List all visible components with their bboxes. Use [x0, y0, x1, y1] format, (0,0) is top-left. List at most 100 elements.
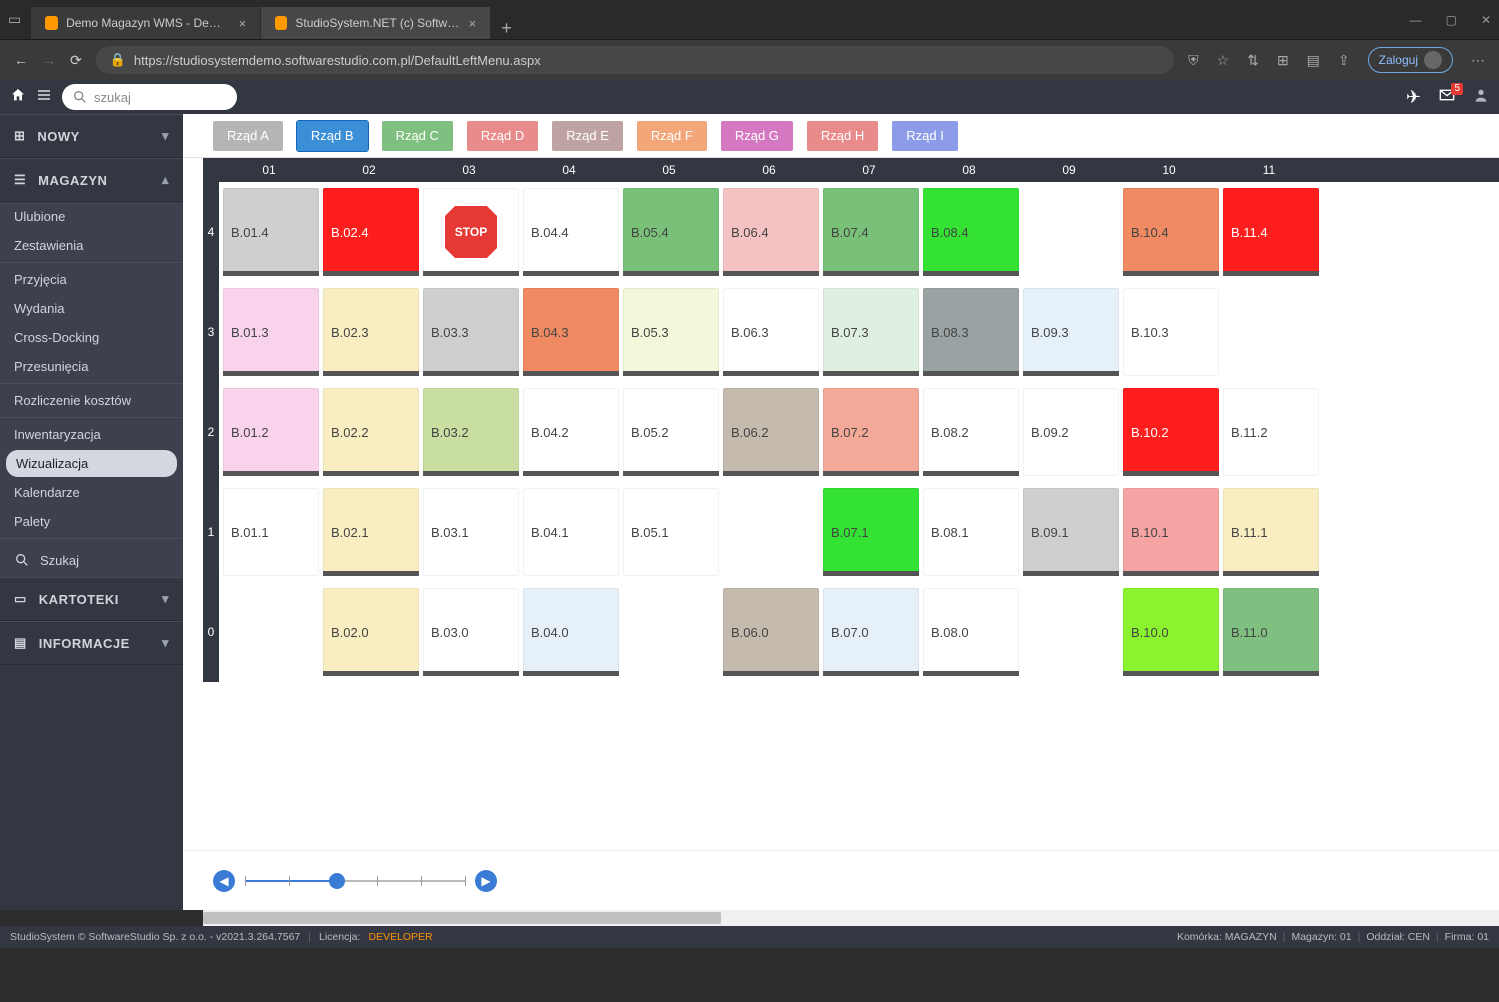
star-icon[interactable]: ☆ [1217, 52, 1230, 69]
network-icon[interactable]: ⇅ [1247, 52, 1259, 69]
sidebar-item-szukaj[interactable]: Szukaj [0, 543, 183, 577]
location-cell-B.02.0[interactable]: B.02.0 [323, 588, 419, 676]
row-tab-rząd-g[interactable]: Rząd G [721, 121, 793, 151]
location-cell-B.04.0[interactable]: B.04.0 [523, 588, 619, 676]
zoom-slider[interactable] [245, 871, 465, 891]
row-tab-rząd-h[interactable]: Rząd H [807, 121, 878, 151]
location-cell-B.02.1[interactable]: B.02.1 [323, 488, 419, 576]
location-cell-B.07.4[interactable]: B.07.4 [823, 188, 919, 276]
location-cell-B.04.1[interactable]: B.04.1 [523, 488, 619, 576]
close-window-icon[interactable]: ✕ [1481, 13, 1491, 27]
location-cell-B.07.1[interactable]: B.07.1 [823, 488, 919, 576]
location-cell-B.01.1[interactable]: B.01.1 [223, 488, 319, 576]
location-cell-B.06.4[interactable]: B.06.4 [723, 188, 819, 276]
sidebar-item-rozliczenie-kosztów[interactable]: Rozliczenie kosztów [0, 386, 183, 415]
location-cell-B.01.3[interactable]: B.01.3 [223, 288, 319, 376]
location-cell-B.09.2[interactable]: B.09.2 [1023, 388, 1119, 476]
location-cell-B.06.0[interactable]: B.06.0 [723, 588, 819, 676]
location-cell-B.10.2[interactable]: B.10.2 [1123, 388, 1219, 476]
section-kartoteki[interactable]: ▭ KARTOTEKI ▾ [0, 577, 183, 621]
row-tab-rząd-f[interactable]: Rząd F [637, 121, 707, 151]
sidebar-item-ulubione[interactable]: Ulubione [0, 202, 183, 231]
location-cell-B.10.3[interactable]: B.10.3 [1123, 288, 1219, 376]
sidebar-item-cross-docking[interactable]: Cross-Docking [0, 323, 183, 352]
location-cell-B.09.3[interactable]: B.09.3 [1023, 288, 1119, 376]
row-tab-rząd-b[interactable]: Rząd B [297, 121, 368, 151]
location-cell-B.11.2[interactable]: B.11.2 [1223, 388, 1319, 476]
sidebar-item-wizualizacja[interactable]: Wizualizacja [6, 450, 177, 477]
collections-icon[interactable]: ▤ [1307, 52, 1320, 69]
maximize-icon[interactable]: ▢ [1446, 13, 1457, 27]
location-cell-B.08.1[interactable]: B.08.1 [923, 488, 1019, 576]
horizontal-scrollbar[interactable] [203, 910, 1499, 926]
location-cell-B.05.4[interactable]: B.05.4 [623, 188, 719, 276]
location-cell-B.11.1[interactable]: B.11.1 [1223, 488, 1319, 576]
sidebar-item-wydania[interactable]: Wydania [0, 294, 183, 323]
tabs-icon[interactable]: ▭ [8, 11, 21, 28]
location-cell-B.10.1[interactable]: B.10.1 [1123, 488, 1219, 576]
share-icon[interactable]: ⇪ [1338, 52, 1350, 69]
sidebar-item-przyjęcia[interactable]: Przyjęcia [0, 265, 183, 294]
location-cell-B.05.2[interactable]: B.05.2 [623, 388, 719, 476]
location-cell-B.08.2[interactable]: B.08.2 [923, 388, 1019, 476]
scrollbar-thumb[interactable] [203, 912, 721, 924]
browser-tab-1[interactable]: StudioSystem.NET (c) SoftwareSt... × [261, 7, 491, 39]
app-search-field[interactable]: szukaj [62, 84, 237, 110]
row-tab-rząd-d[interactable]: Rząd D [467, 121, 538, 151]
location-cell-B.02.3[interactable]: B.02.3 [323, 288, 419, 376]
location-cell-B.10.0[interactable]: B.10.0 [1123, 588, 1219, 676]
location-cell-B.01.4[interactable]: B.01.4 [223, 188, 319, 276]
new-tab-button[interactable]: + [491, 18, 522, 39]
url-field[interactable]: 🔒 https://studiosystemdemo.softwarestudi… [96, 46, 1174, 74]
location-cell-B.01.2[interactable]: B.01.2 [223, 388, 319, 476]
shield-icon[interactable]: ⛨ [1188, 52, 1199, 69]
menu-toggle-icon[interactable] [36, 87, 52, 108]
login-button[interactable]: Zaloguj [1368, 47, 1453, 73]
section-magazyn[interactable]: ☰ MAGAZYN ▴ [0, 158, 183, 202]
home-icon[interactable] [10, 87, 26, 108]
sidebar-item-przesunięcia[interactable]: Przesunięcia [0, 352, 183, 381]
location-cell-B.09.1[interactable]: B.09.1 [1023, 488, 1119, 576]
overflow-icon[interactable]: ⋯ [1471, 52, 1485, 69]
minimize-icon[interactable]: — [1410, 13, 1422, 27]
close-icon[interactable]: × [469, 16, 477, 31]
sidebar-item-zestawienia[interactable]: Zestawienia [0, 231, 183, 260]
sidebar-item-inwentaryzacja[interactable]: Inwentaryzacja [0, 420, 183, 449]
location-cell-B.08.4[interactable]: B.08.4 [923, 188, 1019, 276]
mail-icon[interactable]: 5 [1439, 87, 1455, 108]
nav-back-icon[interactable]: ← [14, 52, 28, 68]
location-cell-B.04.2[interactable]: B.04.2 [523, 388, 619, 476]
location-cell-B.05.1[interactable]: B.05.1 [623, 488, 719, 576]
location-cell-B.07.0[interactable]: B.07.0 [823, 588, 919, 676]
user-icon[interactable] [1473, 87, 1489, 108]
location-cell-B.03.2[interactable]: B.03.2 [423, 388, 519, 476]
sidebar-item-palety[interactable]: Palety [0, 507, 183, 536]
location-cell-B.11.0[interactable]: B.11.0 [1223, 588, 1319, 676]
location-cell-B.07.3[interactable]: B.07.3 [823, 288, 919, 376]
row-tab-rząd-i[interactable]: Rząd I [892, 121, 958, 151]
location-cell-B.06.2[interactable]: B.06.2 [723, 388, 819, 476]
location-cell-B.02.2[interactable]: B.02.2 [323, 388, 419, 476]
location-cell-B.06.3[interactable]: B.06.3 [723, 288, 819, 376]
section-nowy[interactable]: ⊞ NOWY ▾ [0, 114, 183, 158]
close-icon[interactable]: × [239, 16, 247, 31]
row-tab-rząd-a[interactable]: Rząd A [213, 121, 283, 151]
takeoff-icon[interactable]: ✈ [1406, 87, 1421, 108]
location-cell-B.05.3[interactable]: B.05.3 [623, 288, 719, 376]
nav-refresh-icon[interactable]: ⟳ [70, 52, 82, 69]
location-cell-B.07.2[interactable]: B.07.2 [823, 388, 919, 476]
location-cell-B.03.3[interactable]: B.03.3 [423, 288, 519, 376]
row-tab-rząd-c[interactable]: Rząd C [382, 121, 453, 151]
slider-prev-button[interactable]: ◀ [213, 870, 235, 892]
location-cell-B.03.1[interactable]: B.03.1 [423, 488, 519, 576]
location-cell-B.04.3[interactable]: B.04.3 [523, 288, 619, 376]
location-cell-B.04.4[interactable]: B.04.4 [523, 188, 619, 276]
slider-next-button[interactable]: ▶ [475, 870, 497, 892]
section-informacje[interactable]: ▤ INFORMACJE ▾ [0, 621, 183, 665]
location-cell-B.02.4[interactable]: B.02.4 [323, 188, 419, 276]
location-cell-B.03.0[interactable]: B.03.0 [423, 588, 519, 676]
extension-icon[interactable]: ⊞ [1277, 52, 1289, 69]
location-cell-B.10.4[interactable]: B.10.4 [1123, 188, 1219, 276]
browser-tab-0[interactable]: Demo Magazyn WMS - Demo o... × [31, 7, 261, 39]
location-cell-B.08.0[interactable]: B.08.0 [923, 588, 1019, 676]
